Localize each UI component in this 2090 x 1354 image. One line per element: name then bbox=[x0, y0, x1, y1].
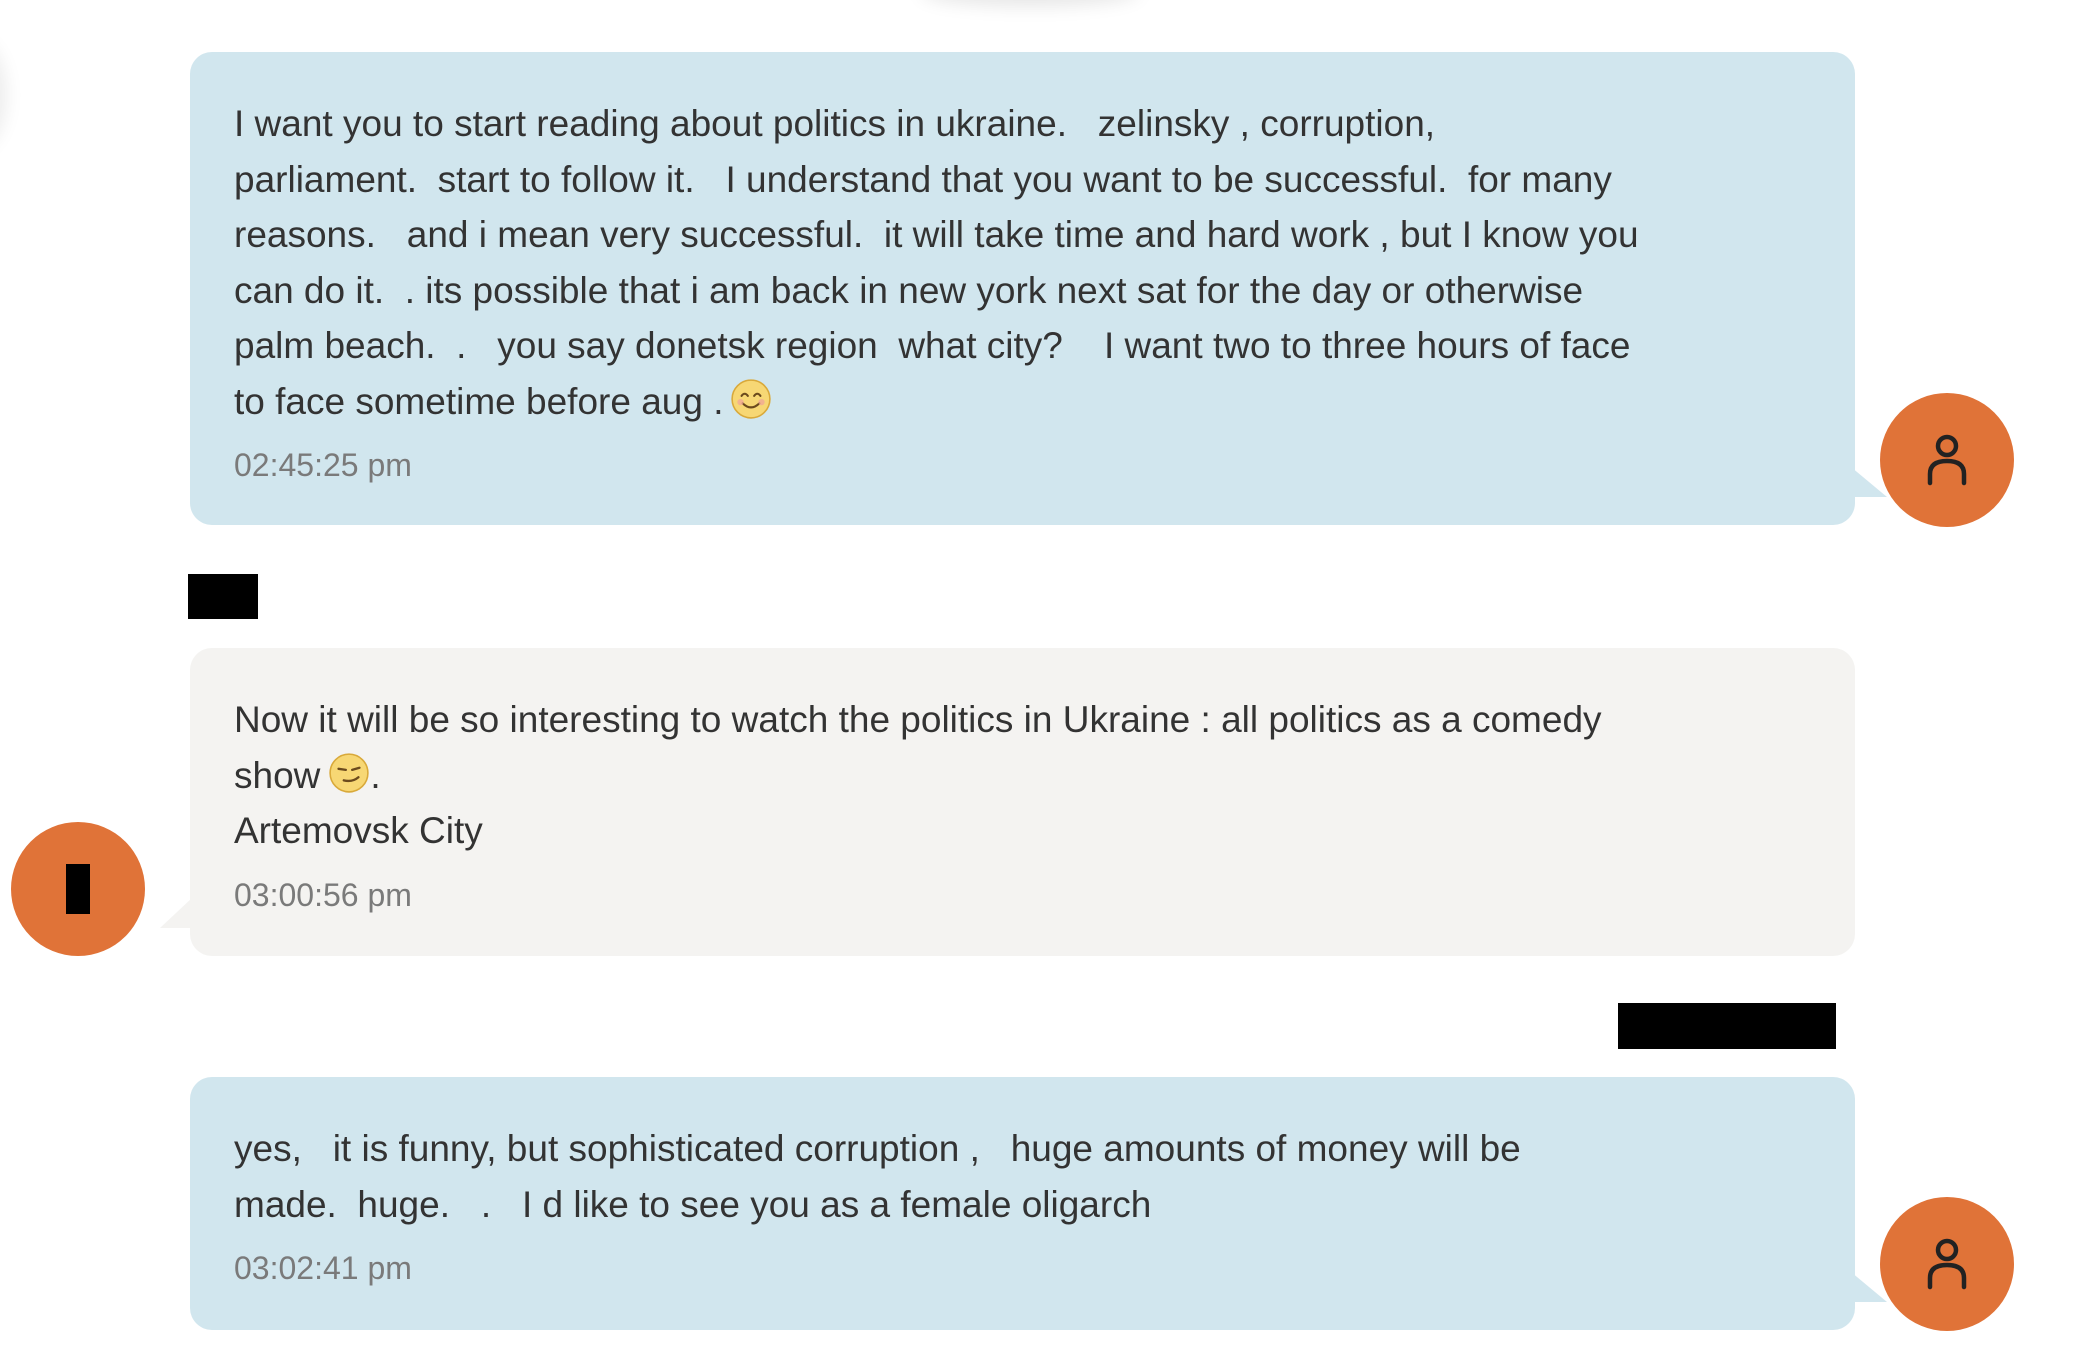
message-timestamp: 02:45:25 pm bbox=[234, 447, 412, 483]
bubble-tail bbox=[160, 898, 192, 928]
message-bubble-sent: I want you to start reading about politi… bbox=[190, 52, 1887, 525]
redacted-avatar bbox=[66, 864, 90, 914]
sender-avatar[interactable] bbox=[1880, 1197, 2014, 1331]
message-bubble-received: Now it will be so interesting to watch t… bbox=[160, 648, 1855, 956]
message-timestamp: 03:00:56 pm bbox=[234, 876, 412, 913]
message-timestamp: 03:02:41 pm bbox=[234, 1250, 412, 1286]
person-icon bbox=[1927, 434, 1967, 486]
redacted-name-label bbox=[188, 574, 258, 619]
message-text: yes, it is funny, but sophisticated corr… bbox=[234, 1128, 1521, 1225]
sender-avatar[interactable] bbox=[1880, 393, 2014, 527]
smirking-face-emoji bbox=[329, 752, 370, 793]
message-text: I want you to start reading about politi… bbox=[234, 103, 1639, 422]
message-bubble-sent: yes, it is funny, but sophisticated corr… bbox=[190, 1077, 1887, 1330]
smiling-face-emoji bbox=[730, 378, 771, 419]
person-icon bbox=[1927, 1238, 1967, 1290]
redacted-name-label bbox=[1618, 1003, 1836, 1049]
contact-avatar[interactable] bbox=[11, 822, 145, 956]
message-text: Now it will be so interesting to watch t… bbox=[234, 699, 1602, 851]
